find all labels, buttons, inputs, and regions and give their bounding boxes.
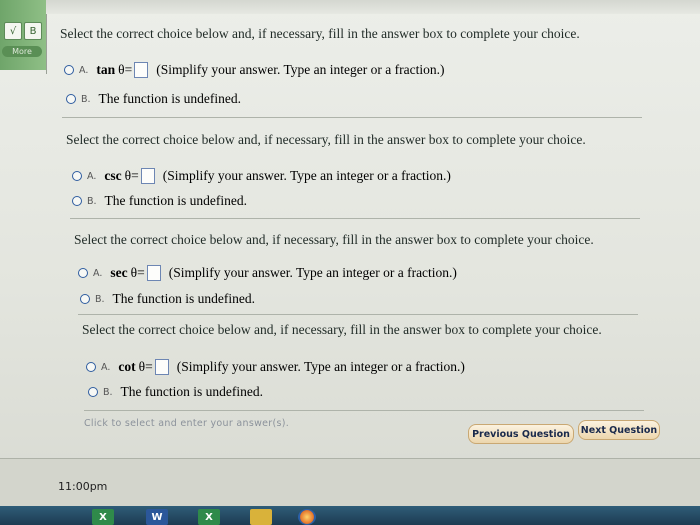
function-name: cot [118,359,136,374]
next-question-button[interactable]: Next Question [578,420,660,440]
word-icon[interactable]: W [146,509,168,525]
excel-icon[interactable]: X [92,509,114,525]
question-1: Select the correct choice below and, if … [60,26,580,42]
timer: 11:00pm [58,480,108,493]
firefox-icon[interactable] [298,509,316,525]
folder-icon[interactable] [250,509,272,525]
choice-a[interactable]: A. tan θ = (Simplify your answer. Type a… [64,62,444,78]
separator [78,314,638,315]
divider [46,14,47,74]
question-4: Select the correct choice below and, if … [82,322,602,338]
question-prompt: Select the correct choice below and, if … [66,132,586,147]
radio-b[interactable] [72,196,82,206]
option-b-text: The function is undefined. [120,384,264,399]
option-b-text: The function is undefined. [112,291,256,306]
radio-a[interactable] [64,65,74,75]
function-name: csc [104,168,122,183]
radio-b[interactable] [88,387,98,397]
sqrt-tool-icon[interactable]: √ [4,22,22,40]
answer-box[interactable] [146,265,161,281]
question-prompt: Select the correct choice below and, if … [74,232,594,247]
radio-a[interactable] [72,171,82,181]
option-b-text: The function is undefined. [98,91,242,106]
answer-box[interactable] [154,359,169,375]
answer-box[interactable] [140,168,155,184]
excel-icon[interactable]: X [198,509,220,525]
instruction-hint: Click to select and enter your answer(s)… [84,418,290,429]
choice-a[interactable]: A. sec θ = (Simplify your answer. Type a… [78,265,457,281]
instruction-text: (Simplify your answer. Type an integer o… [176,359,465,374]
top-bar [46,0,700,14]
choice-b[interactable]: B. The function is undefined. [80,291,255,307]
option-b-text: The function is undefined. [104,193,248,208]
choice-b[interactable]: B. The function is undefined. [72,193,247,209]
question-2: Select the correct choice below and, if … [66,132,586,148]
answer-box[interactable] [134,62,149,78]
choice-b[interactable]: B. The function is undefined. [88,384,263,400]
left-toolbar: √ B More [0,0,46,70]
radio-a[interactable] [78,268,88,278]
more-button[interactable]: More [2,46,42,57]
choice-b[interactable]: B. The function is undefined. [66,91,241,107]
function-name: sec [110,265,128,280]
question-prompt: Select the correct choice below and, if … [60,26,580,41]
radio-b[interactable] [80,294,90,304]
separator [70,218,640,219]
instruction-text: (Simplify your answer. Type an integer o… [168,265,457,280]
radio-b[interactable] [66,94,76,104]
instruction-text: (Simplify your answer. Type an integer o… [156,62,445,77]
separator [84,410,644,411]
choice-a[interactable]: A. csc θ = (Simplify your answer. Type a… [72,168,451,184]
instruction-text: (Simplify your answer. Type an integer o… [162,168,451,183]
function-name: tan [96,62,116,77]
radio-a[interactable] [86,362,96,372]
question-prompt: Select the correct choice below and, if … [82,322,602,337]
question-3: Select the correct choice below and, if … [74,232,594,248]
page: √ B More Select the correct choice below… [0,0,700,525]
choice-a[interactable]: A. cot θ = (Simplify your answer. Type a… [86,359,465,375]
tool-icon[interactable]: B [24,22,42,40]
previous-question-button[interactable]: Previous Question [468,424,574,444]
separator [62,117,642,118]
